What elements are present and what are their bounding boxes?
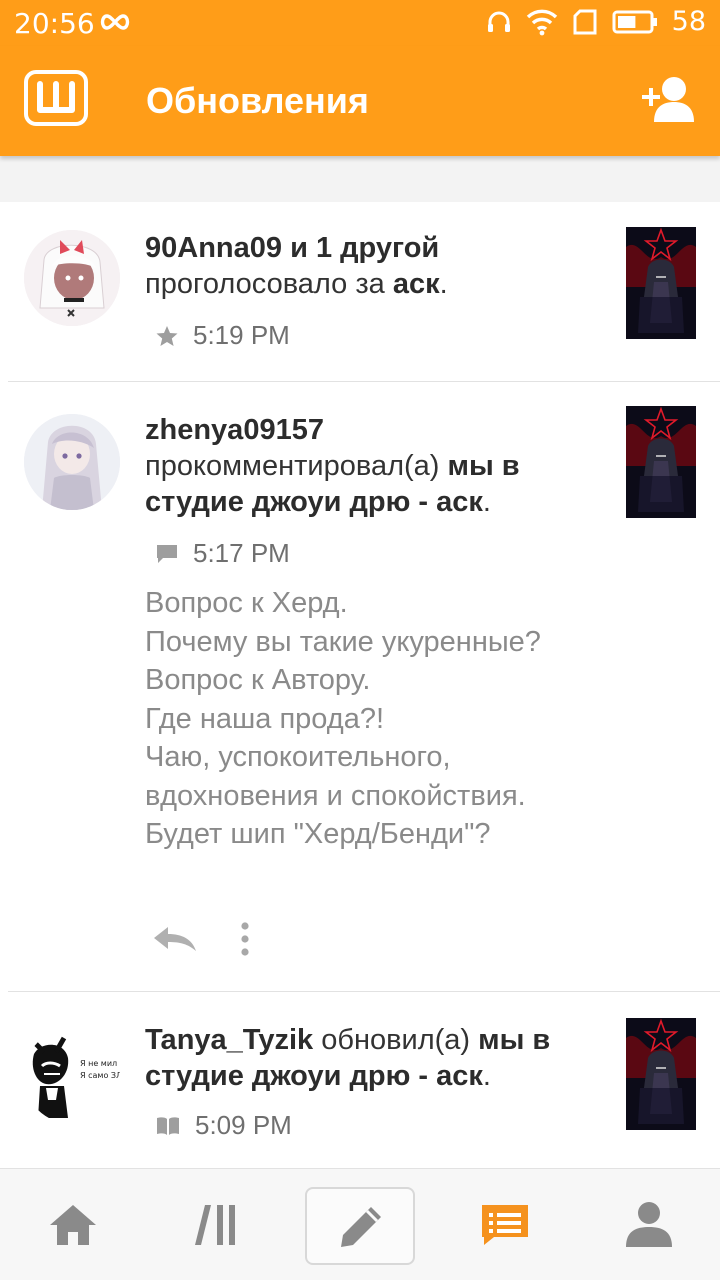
wattpad-logo-glyph [37, 81, 75, 113]
story-cover[interactable] [626, 406, 696, 518]
infinity-icon [100, 14, 130, 30]
story-cover-image [626, 406, 696, 518]
avatar-image [24, 414, 120, 510]
feed-item-update[interactable]: Я не мил Я само ЗЛО Tanya_Tyzik обновил(… [0, 992, 720, 1168]
feed-time: 5:09 PM [195, 1110, 292, 1140]
feed-text-end: . [439, 268, 448, 300]
avatar-image [24, 230, 120, 326]
wifi-icon [526, 9, 557, 35]
add-user-icon[interactable] [640, 74, 696, 124]
status-bar: 20:56 58 [0, 0, 720, 46]
book-icon [157, 1116, 179, 1135]
more-options-icon[interactable] [240, 922, 250, 956]
star-icon [156, 325, 178, 346]
feed-item-vote[interactable]: 90Anna09 и 1 другой проголосовало за аск… [0, 202, 720, 382]
app-bar: Обновления [0, 46, 720, 156]
avatar-caption-line1: Я не мил [80, 1059, 117, 1068]
feed-user-link[interactable]: zhenya09157 [145, 414, 324, 446]
story-cover-image [626, 227, 696, 339]
feed-time: 5:19 PM [193, 320, 290, 350]
wattpad-logo-icon[interactable] [24, 70, 88, 126]
feed-user-link[interactable]: Tanya_Tyzik [145, 1024, 313, 1056]
reply-icon[interactable] [152, 925, 198, 953]
headphones-icon [487, 11, 510, 32]
feed-action: прокомментировал(а) [145, 450, 440, 482]
battery-level: 58 [671, 6, 706, 37]
feed-item-text: 90Anna09 и 1 другой проголосовало за аск… [145, 230, 605, 302]
updates-feed[interactable]: 90Anna09 и 1 другой проголосовало за аск… [0, 202, 720, 1168]
feed-text-end: . [482, 1060, 491, 1092]
avatar[interactable] [24, 230, 120, 326]
comment-text: Вопрос к Херд. Почему вы такие укуренные… [145, 587, 541, 850]
write-icon [341, 1207, 381, 1247]
comment-icon [157, 544, 177, 563]
profile-icon[interactable] [624, 1199, 674, 1249]
write-button[interactable] [305, 1187, 415, 1265]
feed-action: проголосовало за [145, 268, 385, 300]
feed-item-comment[interactable]: zhenya09157 прокомментировал(а) мы в сту… [0, 382, 720, 992]
library-icon[interactable] [193, 1201, 241, 1249]
sim-icon [573, 9, 597, 34]
feed-text-end: . [482, 486, 491, 518]
page-title: Обновления [146, 80, 369, 121]
avatar[interactable] [24, 414, 120, 510]
bottom-navigation [0, 1168, 720, 1280]
feed-item-text: zhenya09157 прокомментировал(а) мы в сту… [145, 412, 605, 520]
avatar-caption-line2: Я само ЗЛО [80, 1071, 120, 1080]
story-cover[interactable] [626, 1018, 696, 1130]
updates-icon[interactable] [480, 1203, 530, 1247]
feed-item-text: Tanya_Tyzik обновил(а) мы в студие джоуи… [145, 1022, 605, 1094]
feed-item-meta: 5:17 PM [155, 538, 290, 569]
feed-item-meta: 5:19 PM [155, 320, 290, 351]
home-icon[interactable] [48, 1203, 98, 1247]
feed-action: обновил(а) [321, 1024, 471, 1056]
avatar-image: Я не мил Я само ЗЛО [24, 1028, 120, 1124]
comment-action-row [152, 922, 250, 956]
avatar[interactable]: Я не мил Я само ЗЛО [24, 1028, 120, 1124]
feed-time: 5:17 PM [193, 538, 290, 568]
feed-story-link[interactable]: аск [393, 268, 440, 300]
battery-icon [612, 10, 657, 33]
feed-user-link[interactable]: 90Anna09 и 1 другой [145, 232, 439, 264]
story-cover-image [626, 1018, 696, 1130]
feed-item-meta: 5:09 PM [155, 1110, 292, 1141]
story-cover[interactable] [626, 227, 696, 339]
status-time: 20:56 [14, 7, 95, 40]
